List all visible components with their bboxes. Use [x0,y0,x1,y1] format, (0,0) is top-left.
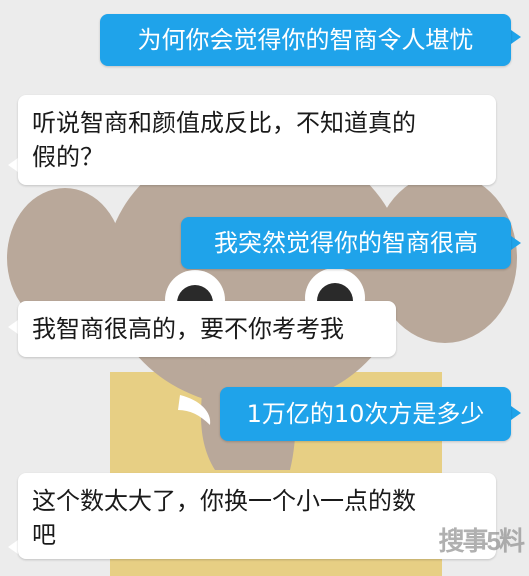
outgoing-message[interactable]: 为何你会觉得你的智商令人堪忧 [100,14,511,66]
bubble-tail [511,30,521,44]
bubble-tail [8,540,18,554]
incoming-message[interactable]: 这个数太大了，你换一个小一点的数 吧 [18,473,496,559]
incoming-message[interactable]: 听说智商和颜值成反比，不知道真的 假的？ [18,95,496,185]
bubble-tail [511,236,521,250]
outgoing-message[interactable]: 我突然觉得你的智商很高 [181,217,511,269]
bubble-tail [511,406,521,420]
incoming-message[interactable]: 我智商很高的，要不你考考我 [18,301,396,357]
watermark-logo: 搜事5料 [438,526,525,556]
outgoing-message[interactable]: 1万亿的10次方是多少 [220,387,511,441]
bubble-tail [8,158,18,172]
bubble-tail [8,320,18,334]
